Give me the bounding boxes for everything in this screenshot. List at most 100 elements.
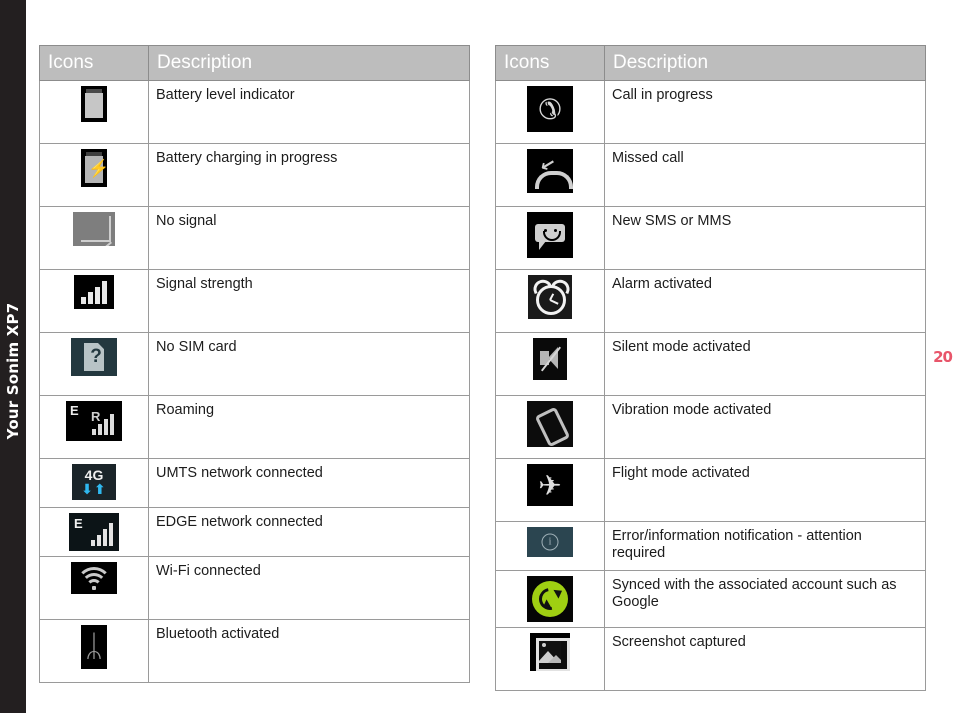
info-letter: i [541,533,559,551]
roaming-letter: R [91,409,101,424]
manual-page: Your Sonim XP7 20 Icons Description Batt… [0,0,970,713]
icon-cell: i [495,521,605,571]
table-row: Silent mode activated [495,332,926,396]
column-header-description: Description [604,45,926,81]
bluetooth-activated-icon: ᛦ [81,625,107,669]
table-row: E R Roaming [39,395,470,459]
icon-cell: ↙ [495,143,605,207]
column-header-icons: Icons [495,45,605,81]
new-sms-mms-icon [527,212,573,258]
table-row: i Error/information notification - atten… [495,521,926,571]
table-row: Wi-Fi connected [39,556,470,620]
description-cell: No SIM card [148,332,470,396]
icon-cell [39,556,149,620]
description-cell: Error/information notification - attenti… [604,521,926,571]
table-row: Screenshot captured [495,627,926,691]
edge-letter: E [74,516,83,531]
sync-account-icon [527,576,573,622]
airplane-glyph: ✈ [538,469,562,502]
description-cell: Roaming [148,395,470,459]
column-header-icons: Icons [39,45,149,81]
description-cell: Wi-Fi connected [148,556,470,620]
icon-cell: ✈ [495,458,605,522]
icon-cell [495,206,605,270]
table-header-row: Icons Description [39,45,470,81]
description-cell: Call in progress [604,80,926,144]
missed-call-icon: ↙ [527,149,573,193]
table-row: Synced with the associated account such … [495,570,926,628]
network-type-label: 4G [84,467,104,483]
table-row: No signal [39,206,470,270]
icon-cell [495,627,605,691]
table-row: Battery charging in progress [39,143,470,207]
battery-charging-icon [81,149,107,187]
screenshot-captured-icon [530,633,570,671]
error-information-icon: i [527,527,573,557]
no-sim-card-icon: ? [71,338,117,376]
description-cell: Alarm activated [604,269,926,333]
signal-strength-icon [74,275,114,309]
umts-4g-network-icon: 4G ⬇⬆ [72,464,116,500]
running-head-text: Your Sonim XP7 [4,302,22,440]
alarm-activated-icon [528,275,572,319]
icon-cell [39,206,149,270]
table-row: New SMS or MMS [495,206,926,270]
edge-network-icon: E [69,513,119,551]
silent-mode-icon [533,338,567,380]
bluetooth-rune: ᛦ [85,629,103,664]
table-row: Alarm activated [495,269,926,333]
description-cell: Screenshot captured [604,627,926,691]
icon-cell [39,269,149,333]
table-row: ᛦ Bluetooth activated [39,619,470,683]
icon-cell [39,80,149,144]
table-header-row: Icons Description [495,45,926,81]
no-sim-question-mark: ? [90,346,102,367]
description-cell: Vibration mode activated [604,395,926,459]
table-row: Vibration mode activated [495,395,926,459]
icon-cell [39,143,149,207]
table-row: ↙ Missed call [495,143,926,207]
description-cell: Battery charging in progress [148,143,470,207]
table-row: ✈ Flight mode activated [495,458,926,522]
description-cell: Battery level indicator [148,80,470,144]
icon-cell [495,332,605,396]
description-cell: Missed call [604,143,926,207]
status-icons-table-right: Icons Description ✆ Call in progress ↙ M… [495,45,926,691]
description-cell: Signal strength [148,269,470,333]
description-cell: EDGE network connected [148,507,470,557]
table-row: Signal strength [39,269,470,333]
table-row: 4G ⬇⬆ UMTS network connected [39,458,470,508]
roaming-edge-letter: E [70,403,79,418]
icon-cell: ᛦ [39,619,149,683]
call-in-progress-icon: ✆ [527,86,573,132]
table-row: ? No SIM card [39,332,470,396]
description-cell: Silent mode activated [604,332,926,396]
roaming-icon: E R [66,401,122,441]
icon-cell [495,395,605,459]
description-cell: Bluetooth activated [148,619,470,683]
icon-cell: E [39,507,149,557]
description-cell: UMTS network connected [148,458,470,508]
battery-level-icon [81,86,107,122]
icon-cell [495,269,605,333]
icon-cell: ? [39,332,149,396]
icon-cell: E R [39,395,149,459]
no-signal-icon [73,212,115,246]
icon-cell: ✆ [495,80,605,144]
handset-glyph: ✆ [538,93,562,126]
wifi-connected-icon [71,562,117,594]
description-cell: Flight mode activated [604,458,926,522]
vibration-mode-icon [527,401,573,447]
table-row: Battery level indicator [39,80,470,144]
table-row: E EDGE network connected [39,507,470,557]
table-row: ✆ Call in progress [495,80,926,144]
column-header-description: Description [148,45,470,81]
icon-cell: 4G ⬇⬆ [39,458,149,508]
page-number: 20 [933,348,953,366]
status-icons-table-left: Icons Description Battery level indicato… [39,45,470,683]
description-cell: No signal [148,206,470,270]
flight-mode-icon: ✈ [527,464,573,506]
data-transfer-arrows-icon: ⬇⬆ [81,482,107,498]
running-head-bar: Your Sonim XP7 [0,0,26,713]
description-cell: Synced with the associated account such … [604,570,926,628]
